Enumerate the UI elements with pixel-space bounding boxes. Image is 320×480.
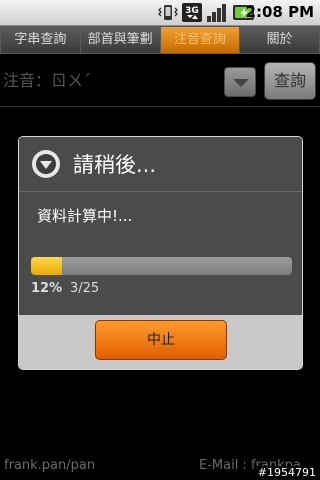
dialog-title: 請稍後... [73,153,157,177]
3g-network-icon: 3G [182,3,202,22]
tab-bar: 字串查詢 部首與筆劃 注音查詢 關於 [0,26,320,54]
watermark: #1954791 [255,466,318,479]
zhuyin-dropdown-button[interactable] [224,67,256,97]
footer-author: frank.pan/pan [4,458,96,473]
tab-about[interactable]: 關於 [239,26,320,54]
tab-radical-strokes[interactable]: 部首與筆劃 [79,26,160,54]
query-button[interactable]: 查詢 [264,62,316,100]
screen: 3G 2:08 PM 字串查詢 部首與筆劃 注音查詢 關於 注音：ㄖㄨˊ 查詢 [0,0,320,480]
divider [0,106,320,107]
clock-ampm: PM [288,3,314,21]
progress-percent: 12% [31,281,63,296]
tab-string-search[interactable]: 字串查詢 [0,26,80,54]
stop-button[interactable]: 中止 [95,320,227,360]
dialog-message: 資料計算中!... [37,207,133,225]
svg-text:3G: 3G [185,6,199,16]
down-arrow-circle-icon [32,150,60,178]
progress-dialog: 請稍後... 資料計算中!... 12% 3/25 中止 [18,136,303,370]
progress-bar-fill [31,257,63,275]
zhuyin-input-label[interactable]: 注音：ㄖㄨˊ [3,67,91,91]
clock-time: 2:08 [245,3,283,21]
signal-strength-icon [207,4,226,22]
status-bar: 3G 2:08 PM [0,0,320,26]
vibrate-icon [158,5,178,20]
dialog-header: 請稍後... [19,137,302,192]
chevron-down-icon [233,79,249,87]
progress-count: 3/25 [70,281,100,296]
progress-bar [31,257,292,275]
dialog-button-bar: 中止 [19,315,302,369]
status-bar-time: 2:08 PM [246,3,314,21]
tab-zhuyin-search[interactable]: 注音查詢 [159,26,240,54]
